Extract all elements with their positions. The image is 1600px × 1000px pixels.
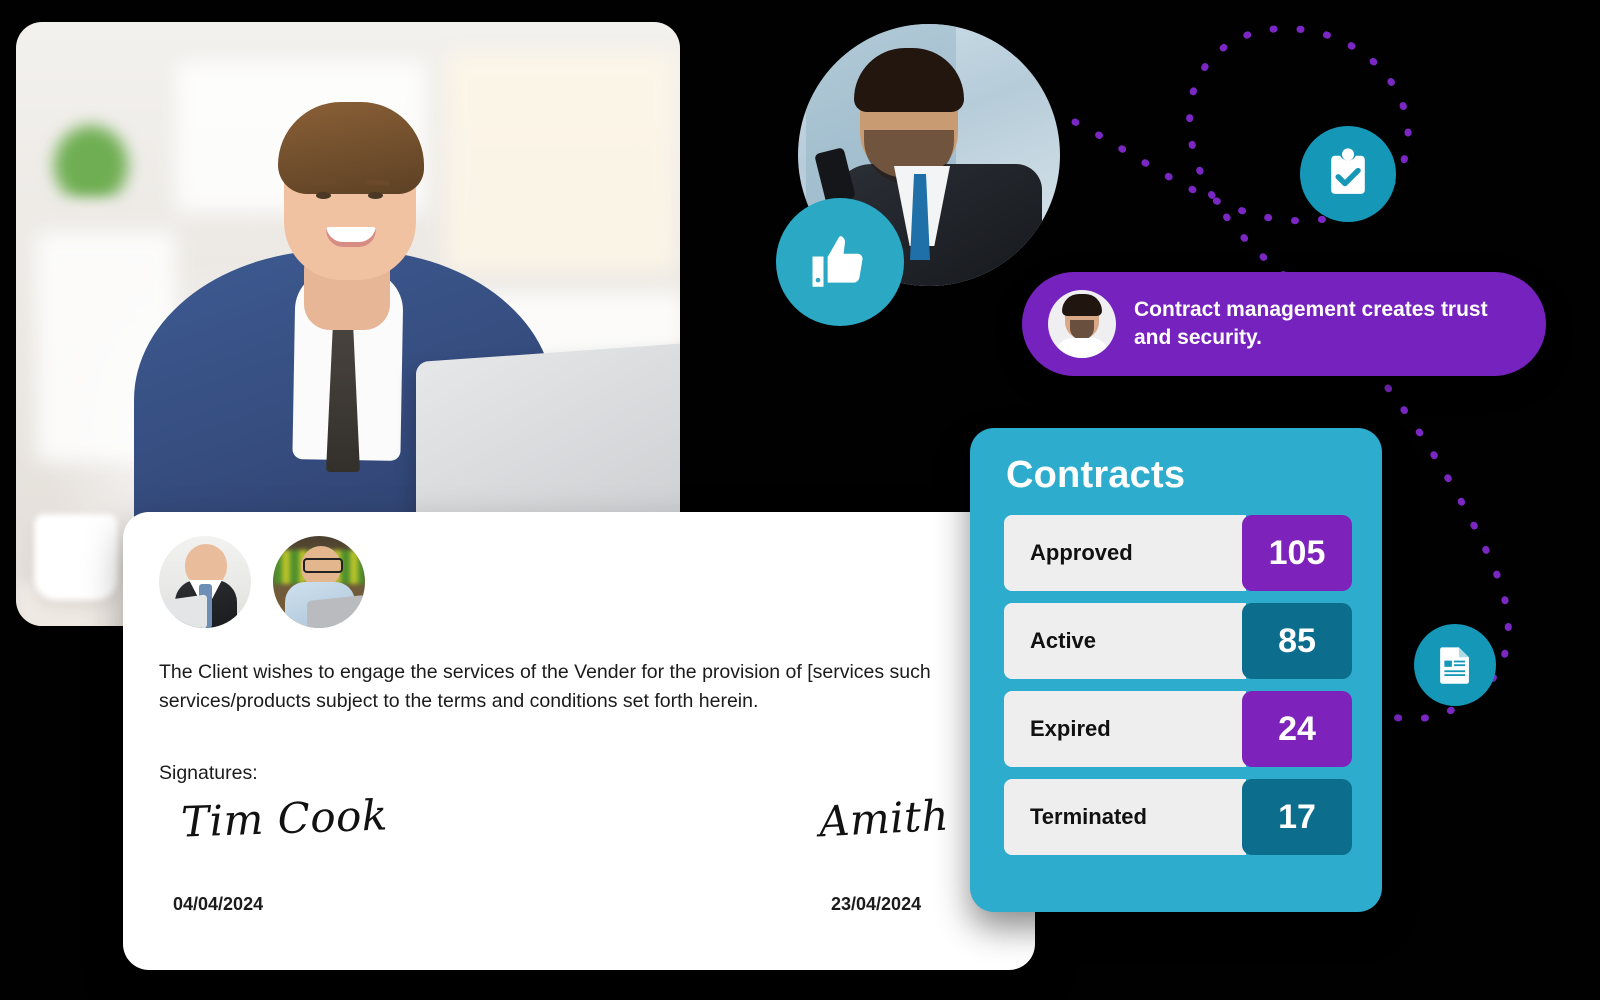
signer-avatars <box>159 536 365 628</box>
coffee-mug <box>34 514 118 600</box>
contract-paragraph: The Client wishes to engage the services… <box>159 661 931 712</box>
date-left: 04/04/2024 <box>173 894 264 914</box>
canvas: Contract management creates trust and se… <box>0 0 1600 1000</box>
contracts-row[interactable]: Approved 105 <box>1004 515 1352 591</box>
avatar <box>159 536 251 628</box>
plant-decor <box>46 117 136 197</box>
signatures-label: Signatures: <box>159 762 258 784</box>
person-smile <box>326 227 376 247</box>
contracts-row-label: Terminated <box>1004 779 1246 855</box>
contracts-row[interactable]: Terminated 17 <box>1004 779 1352 855</box>
document-icon <box>1414 624 1496 706</box>
avatar <box>1048 290 1116 358</box>
thumbs-up-icon <box>776 198 904 326</box>
contracts-row-label: Approved <box>1004 515 1246 591</box>
avatar <box>273 536 365 628</box>
contract-body: The Client wishes to engage the services… <box>159 658 989 785</box>
message-bubble-text: Contract management creates trust and se… <box>1134 298 1488 349</box>
contracts-row[interactable]: Expired 24 <box>1004 691 1352 767</box>
contracts-card-title: Contracts <box>1006 454 1186 496</box>
contracts-rows: Approved 105 Active 85 Expired 24 Terminated 17 <box>1004 515 1352 855</box>
clipboard-check-icon <box>1300 126 1396 222</box>
contract-document-card[interactable]: The Client wishes to engage the services… <box>123 512 1035 970</box>
date-right: 23/04/2024 <box>831 894 922 914</box>
contracts-card[interactable]: Contracts Approved 105 Active 85 Expired 24 Te… <box>970 428 1382 912</box>
contracts-row[interactable]: Active 85 <box>1004 603 1352 679</box>
message-bubble[interactable]: Contract management creates trust and se… <box>1022 272 1546 376</box>
signature-right: Amith <box>817 790 951 847</box>
contracts-row-label: Active <box>1004 603 1246 679</box>
contracts-row-value: 85 <box>1242 603 1352 679</box>
signature-row: Tim Cook Amith <box>159 790 999 866</box>
contracts-row-value: 24 <box>1242 691 1352 767</box>
contracts-row-label: Expired <box>1004 691 1246 767</box>
signature-left: Tim Cook <box>180 790 389 847</box>
contracts-row-value: 105 <box>1242 515 1352 591</box>
contracts-row-value: 17 <box>1242 779 1352 855</box>
